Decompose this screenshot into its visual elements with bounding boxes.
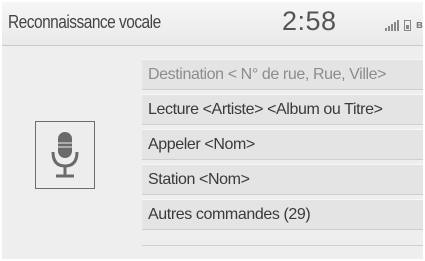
microphone-button[interactable] (35, 121, 95, 189)
voice-command-list: Destination < N° de rue, Rue, Ville> Lec… (142, 59, 423, 234)
menu-item-destination[interactable]: Destination < N° de rue, Rue, Ville> (142, 59, 423, 90)
bluetooth-icon: ʙ (416, 19, 423, 31)
status-icons: ʙ (385, 17, 423, 31)
menu-item-station[interactable]: Station <Nom> (142, 164, 423, 195)
microphone-icon (51, 132, 79, 178)
menu-item-other-commands[interactable]: Autres commandes (29) (142, 199, 423, 230)
screen-title: Reconnaissance vocale (8, 12, 161, 32)
voice-recognition-screen: Reconnaissance vocale 2:58 ʙ Destination… (2, 2, 423, 259)
menu-item-play-music[interactable]: Lecture <Artiste> <Album ou Titre> (142, 94, 423, 125)
signal-icon (385, 20, 399, 31)
menu-item-call[interactable]: Appeler <Nom> (142, 129, 423, 160)
header-bar: Reconnaissance vocale 2:58 ʙ (2, 2, 423, 46)
battery-icon (404, 20, 411, 31)
clock: 2:58 (282, 6, 337, 36)
divider (142, 245, 423, 246)
